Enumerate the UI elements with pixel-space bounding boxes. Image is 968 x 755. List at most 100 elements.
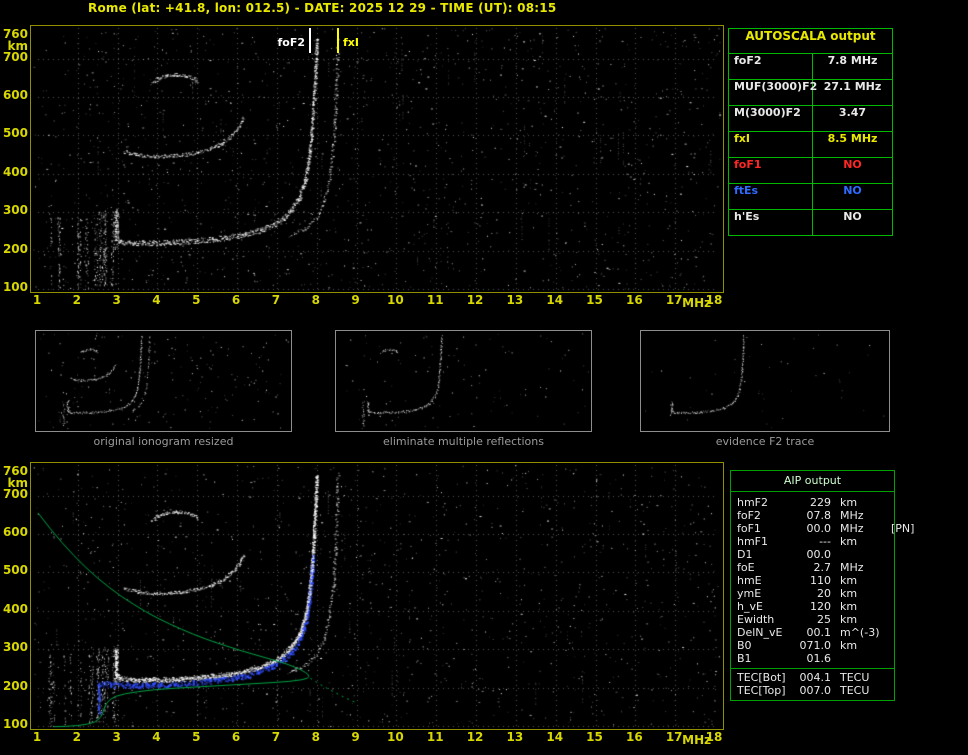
ionogram-plot-bottom	[30, 462, 724, 730]
top-x-tick-10: 10	[387, 293, 404, 307]
autoscala-row-value: 27.1 MHz	[823, 80, 882, 93]
autoscala-row-m-3000-f2: M(3000)F2 3.47	[729, 106, 892, 132]
aip-row-value: 229	[810, 496, 831, 509]
aip-row-tec-bot: TEC[Bot] 004.1 TECU	[731, 671, 894, 684]
autoscala-table-header: AUTOSCALA output	[729, 29, 892, 54]
aip-row-deln-ve: DelN_vE 00.1 m^(-3)	[731, 626, 894, 639]
thumbnail-caption-original: original ionogram resized	[93, 435, 234, 448]
bottom-x-tick-2: 2	[72, 730, 81, 744]
fxi-label: fxI	[343, 36, 359, 49]
bottom-x-tick-13: 13	[506, 730, 524, 744]
autoscala-row-value: 3.47	[838, 106, 867, 119]
top-y-tick-760: 760	[2, 26, 28, 41]
autoscala-row-h-es: h'Es NO	[729, 210, 892, 235]
aip-row-fof1: foF1 00.0 MHz [PN]	[731, 522, 914, 535]
autoscala-row-fof2: foF2 7.8 MHz	[729, 54, 892, 80]
top-x-tick-15: 15	[586, 293, 603, 307]
top-x-tick-9: 9	[351, 293, 360, 307]
aip-row-unit: km	[840, 587, 858, 600]
autoscala-row-label: foF1	[729, 158, 813, 183]
aip-row-value: 071.0	[799, 639, 832, 652]
aip-row-label: TEC[Bot]	[737, 671, 786, 684]
aip-row-unit: km	[840, 535, 858, 548]
top-x-tick-7: 7	[271, 293, 281, 307]
aip-row-foe: foE 2.7 MHz	[731, 561, 894, 574]
ionogram-canvas-bottom	[31, 463, 723, 729]
aip-row-unit: km	[840, 613, 858, 626]
aip-row-unit: MHz	[840, 509, 864, 522]
thumbnail-f2-trace	[640, 330, 890, 432]
bottom-y-tick-760: 760	[2, 463, 28, 478]
fof2-marker-line	[309, 28, 311, 53]
aip-row-unit: m^(-3)	[840, 626, 880, 639]
aip-row-label: h_vE	[737, 600, 763, 613]
thumbnail-canvas-multiple-reflections	[336, 331, 591, 431]
top-y-tick-200: 200	[2, 241, 28, 256]
aip-row-unit	[831, 548, 840, 561]
aip-row-label: TEC[Top]	[737, 684, 786, 697]
aip-row-label: foF2	[737, 509, 761, 522]
autoscala-row-value: 8.5 MHz	[827, 132, 878, 145]
autoscala-app: Rome (lat: +41.8, lon: 012.5) - DATE: 20…	[0, 0, 968, 755]
bottom-x-tick-11: 11	[426, 730, 444, 744]
bottom-y-tick-700: 700	[2, 486, 28, 501]
aip-row-unit: km	[840, 496, 858, 509]
aip-row-value: ---	[819, 535, 831, 548]
ionogram-plot-top: foF2 fxI	[30, 25, 724, 293]
aip-row-unit: km	[840, 600, 858, 613]
aip-row-value: 110	[810, 574, 831, 587]
bottom-y-tick-600: 600	[2, 525, 28, 539]
aip-row-label: hmF2	[737, 496, 769, 509]
aip-row-b1: B1 01.6	[731, 652, 894, 665]
autoscala-row-muf-3000-f2: MUF(3000)F2 27.1 MHz	[729, 80, 892, 106]
bottom-y-tick-200: 200	[2, 678, 28, 693]
aip-row-unit: TECU	[840, 684, 870, 697]
bottom-y-tick-300: 300	[2, 640, 28, 655]
aip-tec-rows: TEC[Bot] 004.1 TECU TEC[Top] 007.0 TECU	[731, 668, 894, 697]
top-x-tick-1: 1	[32, 293, 42, 307]
aip-row-label: hmE	[737, 574, 762, 587]
top-y-tick-600: 600	[2, 88, 28, 102]
autoscala-row-value: NO	[843, 158, 862, 171]
top-x-tick-8: 8	[311, 293, 320, 307]
aip-row-value: 120	[810, 600, 831, 613]
aip-row-unit: km	[840, 639, 858, 652]
bottom-x-tick-7: 7	[271, 730, 281, 744]
bottom-x-tick-12: 12	[466, 730, 484, 744]
bottom-y-unit: km	[7, 475, 28, 490]
top-y-tick-500: 500	[2, 126, 28, 141]
autoscala-row-fxi: fxI 8.5 MHz	[729, 132, 892, 158]
aip-row-hmf2: hmF2 229 km	[731, 496, 894, 509]
thumbnail-caption-f2-trace: evidence F2 trace	[715, 435, 815, 448]
aip-row-label: ymE	[737, 587, 762, 600]
bottom-x-tick-9: 9	[351, 730, 360, 744]
aip-row-value: 004.1	[799, 671, 832, 684]
aip-row-h-ve: h_vE 120 km	[731, 600, 894, 613]
autoscala-row-ftes: ftEs NO	[729, 184, 892, 210]
autoscala-row-label: M(3000)F2	[729, 106, 813, 131]
bottom-x-tick-6: 6	[231, 730, 241, 744]
aip-row-value: 00.0	[806, 522, 832, 535]
aip-row-label: B1	[737, 652, 752, 665]
fxi-marker-line	[337, 28, 339, 53]
aip-row-value: 25	[817, 613, 831, 626]
aip-row-label: foE	[737, 561, 755, 574]
aip-row-value: 00.1	[806, 626, 832, 639]
aip-row-b0: B0 071.0 km	[731, 639, 894, 652]
top-x-tick-13: 13	[506, 293, 524, 307]
bottom-x-tick-16: 16	[625, 730, 643, 744]
aip-row-label: Ewidth	[737, 613, 775, 626]
autoscala-row-value: NO	[843, 184, 862, 197]
autoscala-row-label: MUF(3000)F2	[729, 80, 817, 105]
aip-row-value: 01.6	[806, 652, 832, 665]
bottom-x-tick-5: 5	[192, 730, 201, 744]
top-y-tick-100: 100	[2, 279, 28, 294]
top-x-tick-4: 4	[152, 293, 161, 307]
bottom-y-tick-100: 100	[2, 716, 28, 731]
aip-row-hmf1: hmF1 --- km	[731, 535, 894, 548]
aip-row-unit: TECU	[840, 671, 870, 684]
thumbnail-original-ionogram	[35, 330, 292, 432]
top-x-tick-5: 5	[192, 293, 201, 307]
top-y-unit: km	[7, 38, 28, 53]
bottom-x-tick-15: 15	[586, 730, 603, 744]
